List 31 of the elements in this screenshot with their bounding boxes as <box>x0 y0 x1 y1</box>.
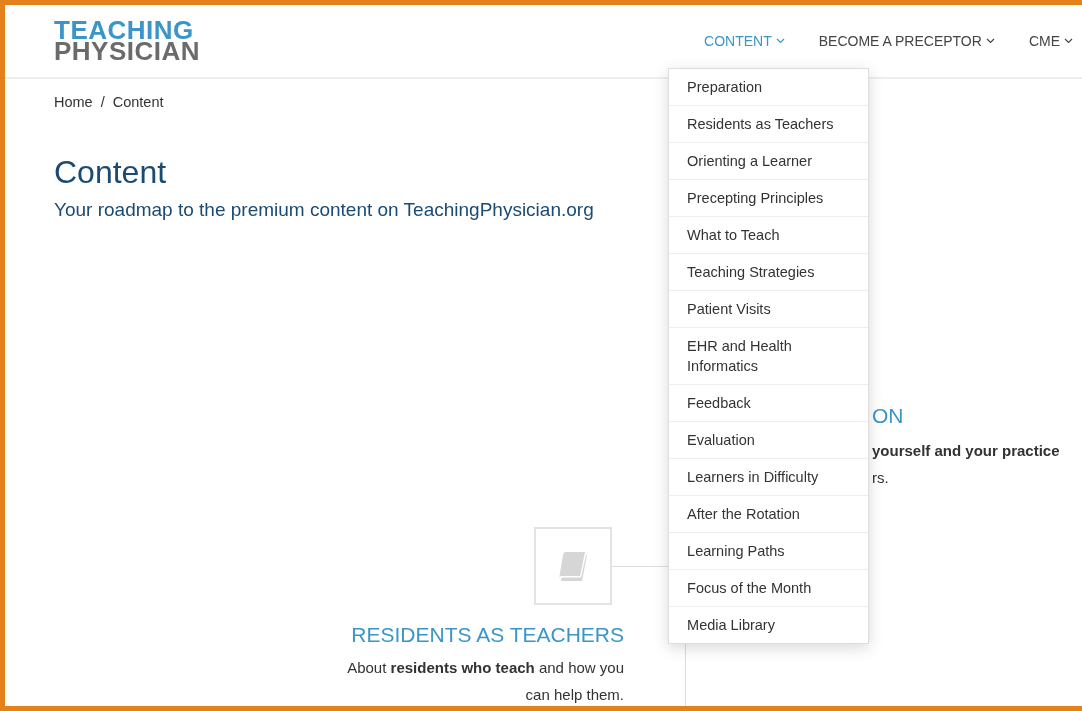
menu-item[interactable]: Precepting Principles <box>669 179 869 216</box>
section-text: About residents who teach and how you can help them. <box>346 658 624 705</box>
caret-icon <box>985 38 995 44</box>
breadcrumb-link[interactable]: Home <box>54 94 93 110</box>
menu-item[interactable]: Learners in Difficulty <box>669 458 869 495</box>
breadcrumb-separator: / <box>100 94 105 110</box>
menu-item[interactable]: Evaluation <box>669 421 869 458</box>
page-title: Content <box>54 153 167 192</box>
section-title: RESIDENTS AS TEACHERS <box>351 622 624 648</box>
page-subtitle: Your roadmap to the premium content on TeachingPhysician.org <box>54 198 594 222</box>
menu-item[interactable]: Preparation <box>669 69 869 105</box>
menu-item[interactable]: Teaching Strategies <box>669 253 869 290</box>
menu-item[interactable]: Orienting a Learner <box>669 142 869 179</box>
nav-link[interactable]: BECOME A PRECEPTOR <box>801 33 1012 49</box>
menu-item[interactable]: Learning Paths <box>669 532 869 569</box>
menu-item[interactable]: Feedback <box>669 384 869 421</box>
section-text: rs. <box>872 468 889 488</box>
menu-item[interactable]: EHR and Health Informatics <box>669 327 869 384</box>
breadcrumb-link[interactable]: Content <box>112 94 164 110</box>
menu-item[interactable]: Residents as Teachers <box>669 105 869 142</box>
nav-link[interactable]: CME <box>1011 33 1082 49</box>
caret-icon <box>775 38 785 44</box>
logo[interactable]: TEACHING PHYSICIAN <box>54 20 201 62</box>
section-title: ON <box>872 403 904 429</box>
caret-icon <box>1064 38 1073 44</box>
menu-item[interactable]: What to Teach <box>669 216 869 253</box>
menu-item[interactable]: After the Rotation <box>669 495 869 532</box>
section-text: yourself and your practice <box>872 441 1060 461</box>
menu-item[interactable]: Patient Visits <box>669 290 869 327</box>
menu-item[interactable]: Media Library <box>669 606 869 643</box>
menu-item[interactable]: Focus of the Month <box>669 569 869 606</box>
